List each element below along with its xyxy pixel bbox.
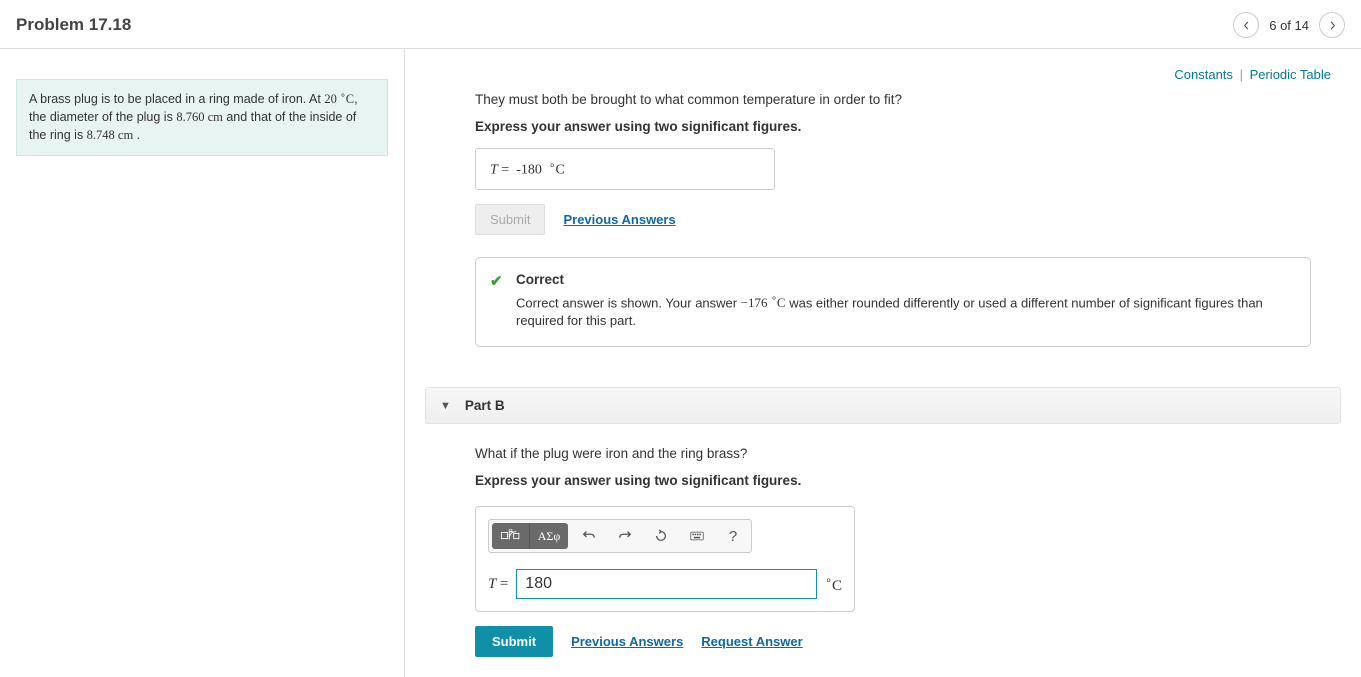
caret-down-icon: ▼ — [440, 400, 451, 412]
submit-button-disabled: Submit — [475, 204, 545, 235]
template-button[interactable] — [492, 523, 530, 549]
feedback-body: Correct answer is shown. Your answer −17… — [516, 293, 1292, 331]
stem-text: . — [133, 128, 140, 142]
link-separator: | — [1240, 67, 1243, 82]
undo-icon — [582, 529, 596, 543]
keyboard-button[interactable] — [682, 523, 712, 549]
part-a-answer-display: T = -180 ∘C — [475, 148, 775, 190]
stem-d2: 8.748 cm — [87, 128, 134, 142]
request-answer-link[interactable]: Request Answer — [701, 634, 802, 649]
part-a-instruction: Express your answer using two significan… — [475, 119, 1311, 134]
next-button[interactable] — [1319, 12, 1345, 38]
redo-icon — [618, 529, 632, 543]
template-icon — [498, 529, 524, 543]
part-b-instruction: Express your answer using two significan… — [475, 473, 1311, 488]
answer-input[interactable] — [516, 569, 817, 599]
unit-label: ∘C — [825, 574, 842, 595]
page-title: Problem 17.18 — [16, 15, 131, 35]
part-b-header[interactable]: ▼ Part B — [425, 387, 1341, 424]
answer-input-frame: ΑΣφ ? T = — [475, 506, 855, 612]
part-b-question: What if the plug were iron and the ring … — [475, 446, 1311, 461]
part-a-question: They must both be brought to what common… — [475, 92, 1311, 107]
feedback-title: Correct — [516, 272, 1292, 287]
periodic-table-link[interactable]: Periodic Table — [1250, 67, 1331, 82]
prev-button[interactable] — [1233, 12, 1259, 38]
stem-temp: 20 ∘C — [324, 92, 354, 106]
feedback-box: ✔ Correct Correct answer is shown. Your … — [475, 257, 1311, 348]
previous-answers-link[interactable]: Previous Answers — [571, 634, 683, 649]
redo-button[interactable] — [610, 523, 640, 549]
constants-link[interactable]: Constants — [1174, 67, 1233, 82]
part-b-label: Part B — [465, 398, 505, 413]
keyboard-icon — [690, 529, 704, 543]
stem-text: A brass plug is to be placed in a ring m… — [29, 92, 324, 106]
undo-button[interactable] — [574, 523, 604, 549]
problem-stem: A brass plug is to be placed in a ring m… — [16, 79, 388, 156]
reset-button[interactable] — [646, 523, 676, 549]
item-count: 6 of 14 — [1269, 18, 1309, 33]
chevron-left-icon — [1242, 21, 1251, 30]
help-button[interactable]: ? — [718, 523, 748, 549]
stem-d1: 8.760 cm — [176, 110, 223, 124]
equation-toolbar: ΑΣφ ? — [488, 519, 752, 553]
previous-answers-link[interactable]: Previous Answers — [563, 212, 675, 227]
greek-button[interactable]: ΑΣφ — [530, 523, 568, 549]
reset-icon — [654, 529, 668, 543]
nav-group: 6 of 14 — [1233, 12, 1345, 38]
submit-button[interactable]: Submit — [475, 626, 553, 657]
chevron-right-icon — [1328, 21, 1337, 30]
variable-label: T = — [488, 576, 508, 593]
check-icon: ✔ — [490, 272, 503, 290]
